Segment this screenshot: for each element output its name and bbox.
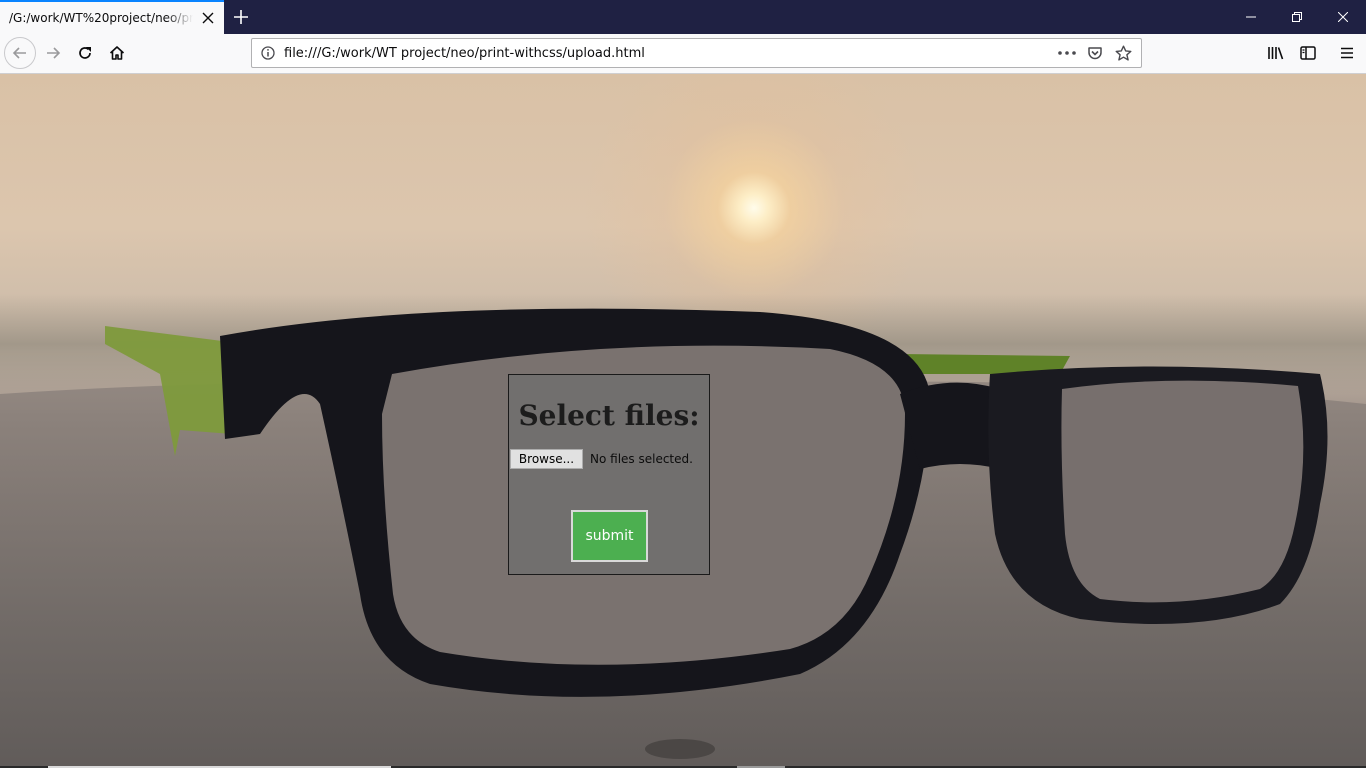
navigation-toolbar: file:///G:/work/WT project/neo/print-wit… <box>0 34 1366 74</box>
minimize-icon <box>1246 16 1256 18</box>
star-icon[interactable] <box>1109 39 1137 67</box>
home-icon <box>109 46 125 60</box>
minimize-button[interactable] <box>1228 0 1274 34</box>
plus-icon <box>234 10 248 24</box>
library-icon <box>1268 47 1284 60</box>
forward-button[interactable] <box>37 37 69 69</box>
home-button[interactable] <box>101 37 133 69</box>
url-bar[interactable]: file:///G:/work/WT project/neo/print-wit… <box>251 38 1142 68</box>
file-input[interactable]: Browse... No files selected. <box>510 449 693 469</box>
close-icon <box>1338 12 1348 22</box>
window-close-button[interactable] <box>1320 0 1366 34</box>
reload-icon <box>79 47 91 59</box>
reload-button[interactable] <box>69 37 101 69</box>
sidebar-icon <box>1300 46 1316 60</box>
sidebar-button[interactable] <box>1292 37 1324 69</box>
new-tab-button[interactable] <box>226 2 256 32</box>
tab-title: /G:/work/WT%20project/neo/print-withcss/… <box>9 11 193 25</box>
page-viewport: Select files: Browse... No files selecte… <box>0 74 1366 768</box>
info-icon[interactable] <box>254 39 282 67</box>
more-icon[interactable] <box>1053 39 1081 67</box>
library-button[interactable] <box>1260 37 1292 69</box>
file-status-text: No files selected. <box>590 452 693 466</box>
restore-icon <box>1292 12 1302 22</box>
upload-heading: Select files: <box>518 399 700 432</box>
page-actions <box>1053 39 1137 67</box>
tab-strip: /G:/work/WT%20project/neo/print-withcss/… <box>0 0 1366 34</box>
pocket-icon[interactable] <box>1081 39 1109 67</box>
upload-form: Select files: Browse... No files selecte… <box>508 374 710 575</box>
menu-button[interactable] <box>1331 37 1363 69</box>
tab-active[interactable]: /G:/work/WT%20project/neo/print-withcss/… <box>0 0 224 34</box>
submit-button[interactable]: submit <box>571 510 648 562</box>
restore-button[interactable] <box>1274 0 1320 34</box>
back-button[interactable] <box>4 37 36 69</box>
arrow-right-icon <box>47 47 61 59</box>
url-text[interactable]: file:///G:/work/WT project/neo/print-wit… <box>284 46 645 61</box>
browse-button[interactable]: Browse... <box>510 449 583 469</box>
tab-close-icon[interactable] <box>200 10 216 26</box>
hamburger-icon <box>1341 47 1353 59</box>
arrow-left-icon <box>12 47 26 59</box>
